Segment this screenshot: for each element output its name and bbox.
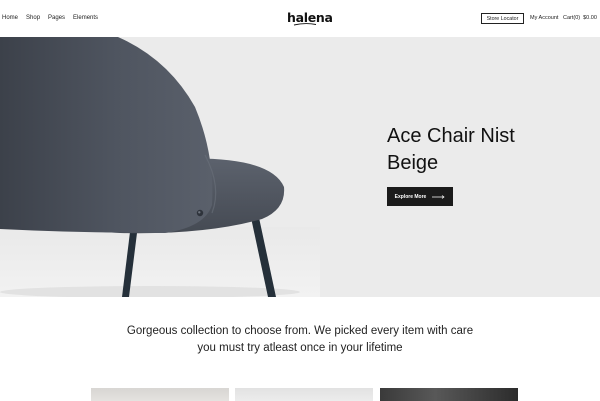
nav-home[interactable]: Home	[2, 15, 18, 21]
my-account-link[interactable]: My Account	[530, 15, 558, 21]
explore-more-label: Explore More	[394, 193, 427, 200]
store-locator-button[interactable]: Store Locator	[481, 13, 524, 24]
logo-swoosh-icon	[293, 23, 317, 26]
tagline-line2: you must try atleast once in your lifeti…	[197, 342, 403, 354]
explore-more-button[interactable]: Explore More	[387, 187, 453, 206]
hero-title-line1: Ace Chair Nist	[387, 125, 515, 147]
nav-shop[interactable]: Shop	[26, 15, 40, 21]
nav-pages[interactable]: Pages	[48, 15, 65, 21]
nav-elements[interactable]: Elements	[73, 15, 98, 21]
collection-tagline: Gorgeous collection to choose from. We p…	[0, 323, 600, 357]
product-thumbnail-3[interactable]	[380, 388, 518, 401]
product-thumbnail-2[interactable]	[235, 388, 373, 401]
main-nav: Home Shop Pages Elements	[2, 15, 98, 21]
cart-label: Cart(0)	[563, 15, 581, 21]
tagline-line1: Gorgeous collection to choose from. We p…	[126, 325, 474, 337]
site-header: Home Shop Pages Elements halena Store Lo…	[0, 0, 600, 37]
cart-total: $0.00	[583, 15, 597, 21]
hero-title-line2: Beige	[387, 152, 439, 174]
chair-image	[0, 37, 320, 297]
cart-link[interactable]: Cart(0) $0.00	[563, 15, 597, 21]
hero-banner: Ace Chair Nist Beige Explore More	[0, 37, 600, 297]
arrow-right-icon	[432, 194, 445, 199]
product-thumbnail-1[interactable]	[91, 388, 229, 401]
hero-title: Ace Chair Nist Beige	[387, 123, 587, 177]
